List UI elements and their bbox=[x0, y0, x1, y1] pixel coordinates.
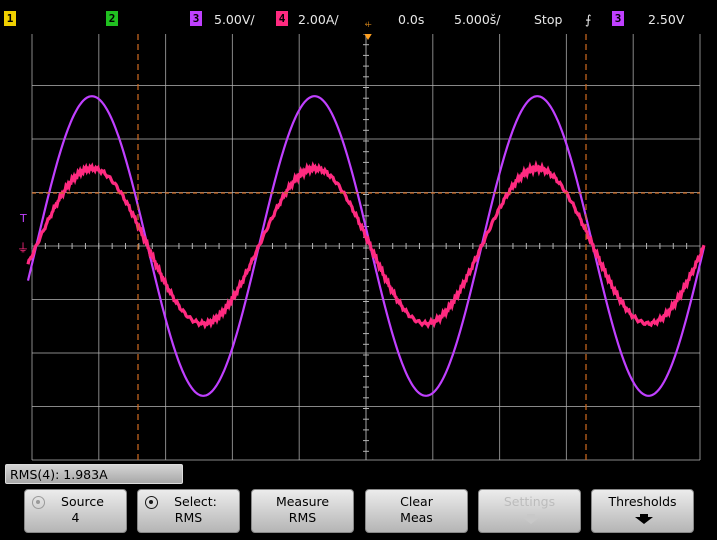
trigger-delay-icon: ⍅ bbox=[364, 16, 373, 32]
waveform-display: T⏚ bbox=[0, 0, 717, 462]
softkey-value: RMS bbox=[288, 510, 317, 525]
timebase-value: 5.000š/ bbox=[454, 12, 501, 27]
softkey-value: Meas bbox=[400, 510, 433, 525]
measure-rms-softkey[interactable]: Measure RMS bbox=[251, 489, 354, 533]
run-state: Stop bbox=[534, 12, 563, 27]
channel-4-scale: 2.00A/ bbox=[298, 12, 339, 27]
rms-readout: RMS(4): 1.983A bbox=[5, 464, 183, 484]
trigger-level: 2.50V bbox=[648, 12, 685, 27]
softkey-bar: Source 4 Select: RMS Measure RMS Clear M… bbox=[0, 487, 717, 540]
softkey-label: Source bbox=[61, 494, 104, 509]
thresholds-softkey[interactable]: Thresholds bbox=[591, 489, 694, 533]
select-softkey[interactable]: Select: RMS bbox=[137, 489, 240, 533]
softkey-value: 4 bbox=[71, 510, 80, 525]
softkey-value: RMS bbox=[174, 510, 203, 525]
channel-4-indicator[interactable]: 4 bbox=[276, 11, 288, 26]
channel-1-indicator[interactable]: 1 bbox=[4, 11, 16, 26]
settings-softkey[interactable]: Settings bbox=[478, 489, 581, 533]
channel-3-indicator[interactable]: 3 bbox=[190, 11, 202, 26]
softkey-label: Clear bbox=[400, 494, 433, 509]
source-softkey[interactable]: Source 4 bbox=[24, 489, 127, 533]
trigger-source-indicator[interactable]: 3 bbox=[612, 11, 624, 26]
softkey-label: Measure bbox=[275, 494, 330, 509]
channel-3-scale: 5.00V/ bbox=[214, 12, 255, 27]
trigger-slope-icon: ⨍ bbox=[585, 12, 592, 27]
softkey-label: Settings bbox=[503, 494, 556, 509]
status-bar: 1 2 3 5.00V/ 4 2.00A/ ⍅ 0.0s 5.000š/ Sto… bbox=[0, 0, 717, 34]
ground-marker-icon: ⏚ bbox=[17, 241, 29, 255]
channel-2-indicator[interactable]: 2 bbox=[106, 11, 118, 26]
delay-value: 0.0s bbox=[398, 12, 425, 27]
softkey-label: Thresholds bbox=[608, 494, 677, 509]
down-arrow-icon bbox=[635, 514, 653, 524]
down-arrow-icon bbox=[522, 514, 540, 524]
trigger-level-icon: T bbox=[19, 212, 27, 225]
measurement-bar: RMS(4): 1.983A bbox=[0, 462, 717, 487]
softkey-label: Select: bbox=[174, 494, 217, 509]
clear-meas-softkey[interactable]: Clear Meas bbox=[365, 489, 468, 533]
